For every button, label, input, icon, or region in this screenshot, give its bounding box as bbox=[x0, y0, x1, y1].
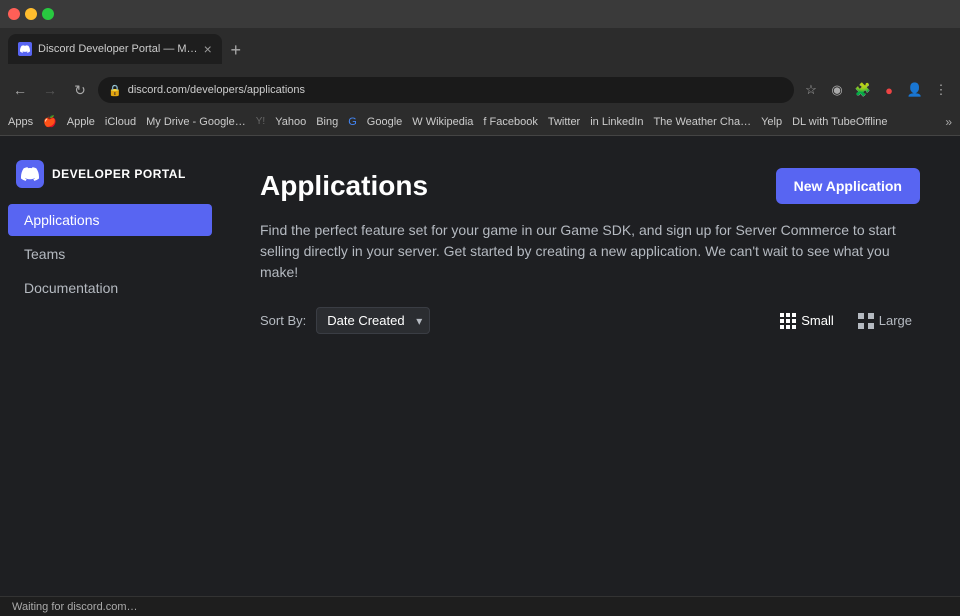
alert-icon[interactable]: ● bbox=[878, 79, 900, 101]
bookmark-wikipedia[interactable]: W Wikipedia bbox=[412, 116, 473, 128]
bookmark-linkedin[interactable]: in LinkedIn bbox=[590, 116, 643, 128]
page-title: Applications bbox=[260, 170, 428, 202]
bookmark-gdrive[interactable]: My Drive - Google… bbox=[146, 116, 246, 128]
active-tab[interactable]: Discord Developer Portal — M… × bbox=[8, 34, 222, 64]
small-view-label: Small bbox=[801, 313, 834, 328]
large-view-button[interactable]: Large bbox=[850, 309, 920, 333]
main-content: Applications New Application Find the pe… bbox=[220, 136, 960, 596]
url-text: discord.com/developers/applications bbox=[128, 84, 784, 96]
view-toggle: Small Large bbox=[772, 309, 920, 333]
tab-bar: Discord Developer Portal — M… × + bbox=[0, 28, 960, 64]
bookmark-facebook[interactable]: f Facebook bbox=[483, 116, 537, 128]
account-icon[interactable]: ◉ bbox=[826, 79, 848, 101]
new-application-button[interactable]: New Application bbox=[776, 168, 920, 204]
tab-close-button[interactable]: × bbox=[204, 41, 212, 57]
extension-icon[interactable]: 🧩 bbox=[852, 79, 874, 101]
address-bar[interactable]: 🔒 discord.com/developers/applications bbox=[98, 77, 794, 103]
close-window-button[interactable] bbox=[8, 8, 20, 20]
main-header: Applications New Application bbox=[260, 168, 920, 204]
more-bookmarks-button[interactable]: » bbox=[945, 115, 952, 129]
tab-title: Discord Developer Portal — M… bbox=[38, 43, 198, 55]
status-text: Waiting for discord.com… bbox=[12, 601, 138, 613]
forward-button[interactable]: → bbox=[38, 78, 62, 102]
app-layout: Developer Portal Applications Teams Docu… bbox=[0, 136, 960, 596]
bookmark-tubeoffline[interactable]: DL with TubeOffline bbox=[792, 116, 887, 128]
sort-select-wrapper: Date Created Name bbox=[316, 307, 430, 334]
bookmarks-bar: Apps 🍎Apple iCloud My Drive - Google… Y!… bbox=[0, 108, 960, 136]
bookmark-apps[interactable]: Apps bbox=[8, 116, 33, 128]
toolbar-icons: ☆ ◉ 🧩 ● 👤 ⋮ bbox=[800, 79, 952, 101]
new-tab-button[interactable]: + bbox=[222, 36, 250, 64]
sort-label: Sort By: bbox=[260, 313, 306, 328]
minimize-window-button[interactable] bbox=[25, 8, 37, 20]
traffic-lights bbox=[8, 8, 54, 20]
bookmark-icon[interactable]: ☆ bbox=[800, 79, 822, 101]
browser-chrome: Discord Developer Portal — M… × + bbox=[0, 0, 960, 72]
sort-select[interactable]: Date Created Name bbox=[316, 307, 430, 334]
bookmark-apple[interactable]: Apple bbox=[67, 116, 95, 128]
profile-icon[interactable]: 👤 bbox=[904, 79, 926, 101]
sidebar-item-documentation[interactable]: Documentation bbox=[8, 272, 212, 304]
large-view-label: Large bbox=[879, 313, 912, 328]
sidebar-item-applications[interactable]: Applications bbox=[8, 204, 212, 236]
discord-logo bbox=[16, 160, 44, 188]
sidebar-brand: Developer Portal bbox=[52, 167, 186, 181]
bookmark-bing[interactable]: Bing bbox=[316, 116, 338, 128]
reload-button[interactable]: ↻ bbox=[68, 78, 92, 102]
maximize-window-button[interactable] bbox=[42, 8, 54, 20]
toolbar: ← → ↻ 🔒 discord.com/developers/applicati… bbox=[0, 72, 960, 108]
bookmark-twitter[interactable]: Twitter bbox=[548, 116, 580, 128]
bookmark-yelp[interactable]: Yelp bbox=[761, 116, 782, 128]
back-button[interactable]: ← bbox=[8, 78, 32, 102]
sidebar-nav: Applications Teams Documentation bbox=[0, 204, 220, 304]
sort-row: Sort By: Date Created Name Small bbox=[260, 307, 920, 334]
bookmark-yahoo[interactable]: Yahoo bbox=[275, 116, 306, 128]
bookmark-google-text[interactable]: Google bbox=[367, 116, 402, 128]
title-bar bbox=[0, 0, 960, 28]
sidebar-item-teams[interactable]: Teams bbox=[8, 238, 212, 270]
bookmark-google[interactable]: G bbox=[348, 116, 357, 128]
tab-favicon bbox=[18, 42, 32, 56]
sidebar-header: Developer Portal bbox=[0, 152, 220, 204]
description-text: Find the perfect feature set for your ga… bbox=[260, 220, 920, 283]
sidebar: Developer Portal Applications Teams Docu… bbox=[0, 136, 220, 596]
small-view-button[interactable]: Small bbox=[772, 309, 842, 333]
status-bar: Waiting for discord.com… bbox=[0, 596, 960, 616]
bookmark-weather[interactable]: The Weather Cha… bbox=[653, 116, 751, 128]
bookmark-icloud[interactable]: iCloud bbox=[105, 116, 136, 128]
menu-icon[interactable]: ⋮ bbox=[930, 79, 952, 101]
